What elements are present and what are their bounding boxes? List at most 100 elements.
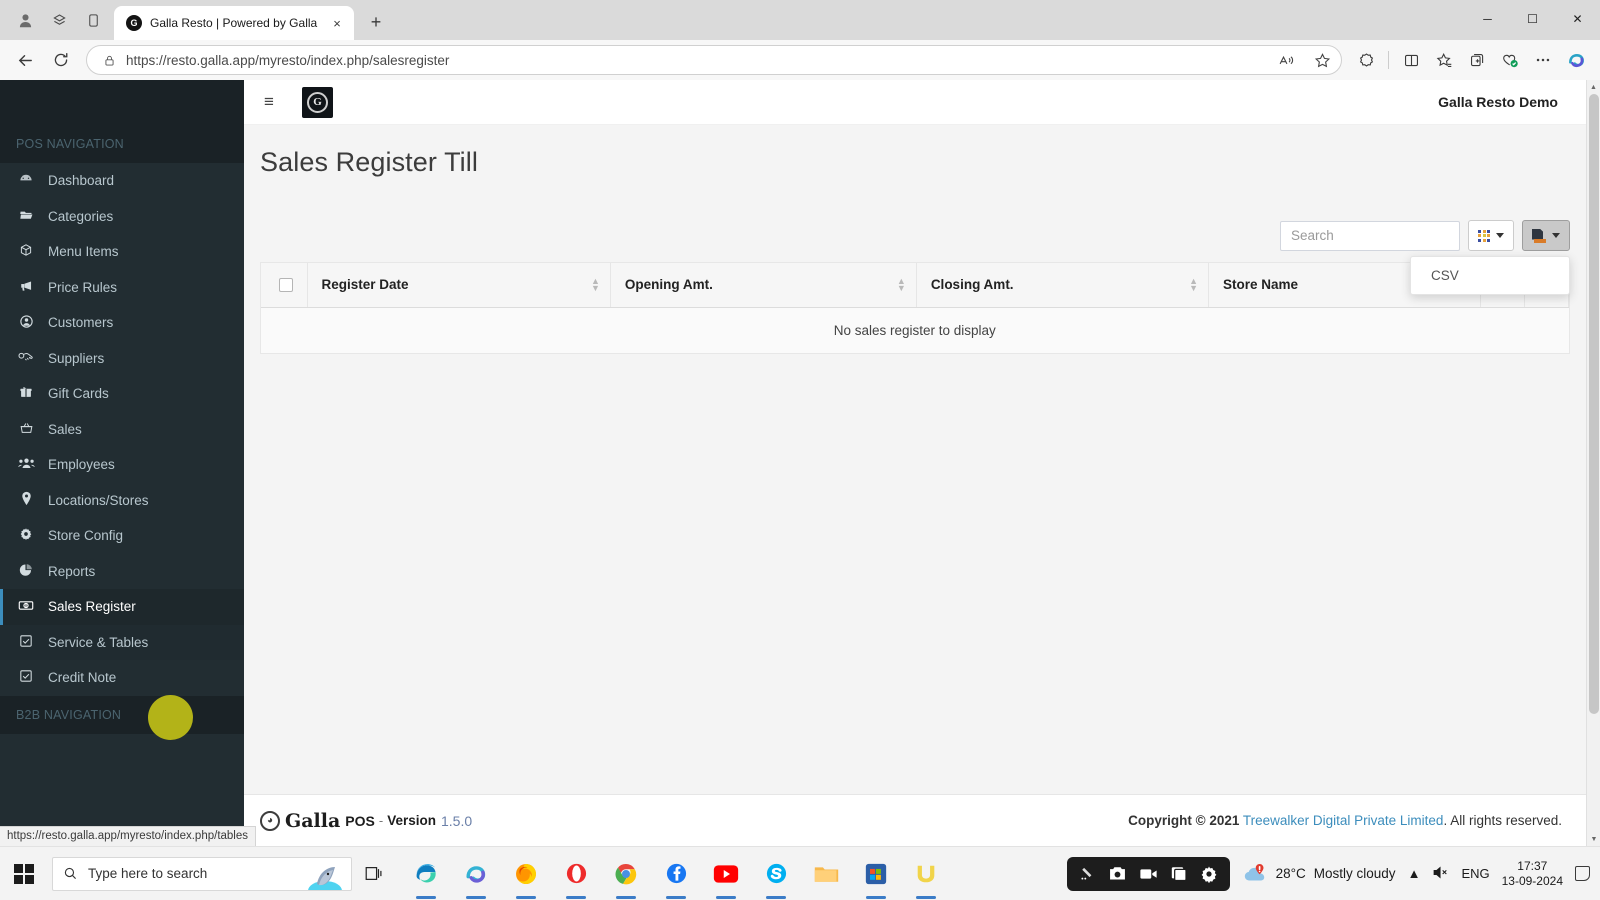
new-tab-button[interactable]: +: [362, 8, 390, 36]
taskbar-app-microsoft-store[interactable]: [852, 847, 900, 900]
column-label: Store Name: [1222, 277, 1299, 293]
dashboard-icon: [16, 172, 36, 189]
page-scrollbar[interactable]: ▲ ▼: [1586, 80, 1600, 846]
sidebar-item-service-and-tables[interactable]: Service & Tables: [0, 624, 244, 660]
column-header-register-date[interactable]: Register Date ▲ ▼: [307, 263, 611, 308]
record-dots-icon: [1081, 867, 1092, 880]
gear-icon: [16, 527, 36, 544]
toolbar-divider: [1388, 51, 1389, 69]
sidebar-item-categories[interactable]: Categories: [0, 199, 244, 235]
sales-register-table: Register Date ▲ ▼ Opening Amt. ▲ ▼ Closing…: [261, 263, 1569, 353]
sidebar-item-credit-note[interactable]: Credit Note: [0, 660, 244, 696]
sidebar-item-store-config[interactable]: Store Config: [0, 518, 244, 554]
sidebar-item-price-rules[interactable]: Price Rules: [0, 270, 244, 306]
sort-icon[interactable]: ▲ ▼: [591, 276, 600, 292]
video-camera-icon: [1139, 868, 1157, 879]
sidebar-item-dashboard[interactable]: Dashboard: [0, 163, 244, 199]
taskbar-app-youtube[interactable]: [702, 847, 750, 900]
sidebar-item-label: Suppliers: [48, 350, 105, 366]
app-logo-letter: G: [307, 91, 328, 113]
taskbar-app-custom[interactable]: [902, 847, 950, 900]
sidebar-item-sales-register[interactable]: Sales Register: [0, 589, 244, 625]
sort-icon[interactable]: ▲ ▼: [1189, 276, 1198, 292]
screen-capture-toolbar[interactable]: [1066, 856, 1230, 891]
address-bar[interactable]: https://resto.galla.app/myresto/index.ph…: [86, 45, 1342, 75]
close-window-button[interactable]: ✕: [1555, 0, 1600, 38]
select-all-header: [261, 263, 308, 308]
account-name[interactable]: Galla Resto Demo: [1438, 94, 1586, 110]
browser-essentials-icon[interactable]: [1494, 45, 1526, 75]
sidebar-item-employees[interactable]: Employees: [0, 447, 244, 483]
chevron-down-icon: [1496, 233, 1504, 238]
sidebar-item-reports[interactable]: Reports: [0, 554, 244, 590]
sidebar-item-locations-stores[interactable]: Locations/Stores: [0, 483, 244, 519]
close-tab-icon[interactable]: ×: [328, 14, 346, 32]
footer-version-label: Version: [387, 813, 436, 828]
taskbar-app-firefox[interactable]: [502, 847, 550, 900]
collections-icon[interactable]: [1461, 45, 1493, 75]
read-aloud-icon[interactable]: [1273, 47, 1299, 73]
tab-list-icon[interactable]: [76, 3, 110, 37]
language-indicator[interactable]: ENG: [1461, 866, 1489, 881]
sidebar-item-suppliers[interactable]: Suppliers: [0, 341, 244, 377]
browser-toolbar-actions: [1350, 45, 1592, 75]
column-header-closing-amt[interactable]: Closing Amt. ▲ ▼: [916, 263, 1209, 308]
taskbar-app-file-explorer[interactable]: [802, 847, 850, 900]
browser-window: G Galla Resto | Powered by Galla × + ─ ☐…: [0, 0, 1600, 900]
taskbar-app-skype[interactable]: [752, 847, 800, 900]
profile-avatar-icon[interactable]: [8, 3, 42, 37]
weather-widget[interactable]: 28°C Mostly cloudy: [1242, 862, 1396, 886]
taskbar-clock[interactable]: 17:37 13-09-2024: [1502, 859, 1563, 889]
split-screen-icon[interactable]: [1395, 45, 1427, 75]
scroll-up-arrow-icon[interactable]: ▲: [1587, 80, 1600, 94]
volume-muted-icon[interactable]: [1432, 865, 1449, 883]
browser-navbar: https://resto.galla.app/myresto/index.ph…: [0, 40, 1600, 80]
browser-tab[interactable]: G Galla Resto | Powered by Galla ×: [114, 6, 354, 40]
sidebar-item-gift-cards[interactable]: Gift Cards: [0, 376, 244, 412]
camera-icon: [1109, 867, 1125, 880]
footer-product: POS: [345, 812, 375, 829]
start-button[interactable]: [0, 847, 48, 900]
task-view-icon[interactable]: [352, 847, 396, 900]
copilot-icon[interactable]: [1560, 45, 1592, 75]
sidebar-item-label: Employees: [48, 457, 115, 473]
notifications-icon[interactable]: [1575, 866, 1590, 881]
column-header-opening-amt[interactable]: Opening Amt. ▲ ▼: [610, 263, 917, 308]
reload-icon[interactable]: [44, 45, 78, 75]
handshake-icon: [16, 350, 36, 366]
sort-icon[interactable]: ▲ ▼: [897, 276, 906, 292]
sidebar-item-menu-items[interactable]: Menu Items: [0, 234, 244, 270]
taskbar-app-copilot[interactable]: [452, 847, 500, 900]
export-menu-item-csv[interactable]: CSV: [1411, 262, 1569, 289]
page-title: Sales Register Till: [260, 147, 478, 177]
taskbar-app-opera[interactable]: [552, 847, 600, 900]
sidebar-item-customers[interactable]: Customers: [0, 305, 244, 341]
sidebar-item-label: Price Rules: [48, 279, 118, 295]
search-input[interactable]: Search: [1291, 228, 1334, 243]
taskbar-search-box[interactable]: Type here to search: [52, 856, 352, 891]
company-link[interactable]: Treewalker Digital Private Limited: [1243, 813, 1444, 828]
tray-expand-icon[interactable]: ▲: [1408, 866, 1421, 881]
taskbar-app-chrome[interactable]: [602, 847, 650, 900]
minimize-button[interactable]: ─: [1465, 0, 1510, 38]
taskbar-app-facebook[interactable]: [652, 847, 700, 900]
columns-toggle-button[interactable]: [1468, 220, 1514, 251]
sidebar-toggle-icon[interactable]: ≡: [244, 80, 294, 125]
extensions-icon[interactable]: [1350, 45, 1382, 75]
search-input-wrapper[interactable]: Search: [1280, 220, 1460, 251]
maximize-button[interactable]: ☐: [1510, 0, 1555, 38]
workspaces-icon[interactable]: [42, 3, 76, 37]
back-icon[interactable]: [8, 45, 42, 75]
sidebar-item-label: Sales: [48, 421, 82, 437]
sidebar-item-sales[interactable]: Sales: [0, 412, 244, 448]
page-viewport: POS NAVIGATION Dashboard Categories Menu…: [0, 80, 1600, 846]
app-content: ≡ G Galla Resto Demo Sales Register Till…: [244, 80, 1586, 846]
select-all-checkbox[interactable]: [279, 277, 293, 292]
scrollbar-thumb[interactable]: [1589, 94, 1599, 714]
export-button[interactable]: [1522, 220, 1570, 251]
scroll-down-arrow-icon[interactable]: ▼: [1587, 832, 1600, 846]
settings-more-icon[interactable]: [1527, 45, 1559, 75]
favorites-icon[interactable]: [1428, 45, 1460, 75]
taskbar-app-edge[interactable]: [402, 847, 450, 900]
favorite-star-icon[interactable]: [1309, 47, 1335, 73]
